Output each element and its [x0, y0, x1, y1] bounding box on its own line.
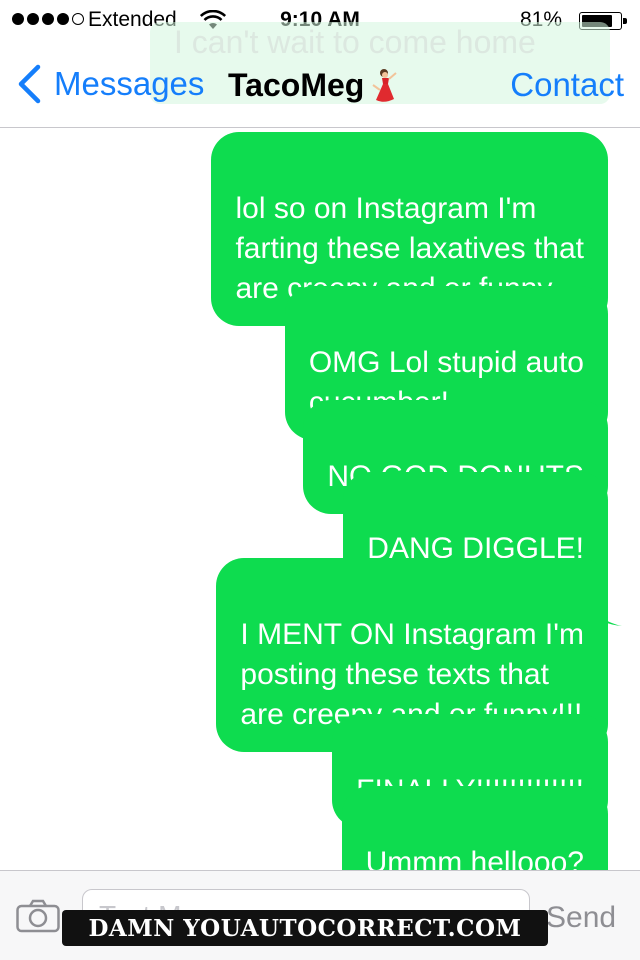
back-button[interactable]: Messages — [16, 64, 204, 104]
send-button[interactable]: Send — [546, 901, 616, 935]
back-button-label: Messages — [54, 65, 205, 102]
chevron-left-icon — [18, 64, 41, 104]
watermark-logo: DAMN YOUAUTOCORRECT.COM — [62, 910, 548, 946]
dancer-emoji-icon — [372, 68, 397, 102]
message-thread[interactable]: lol so on Instagram I'm farting these la… — [0, 128, 640, 940]
contact-button[interactable]: Contact — [510, 66, 624, 104]
navigation-bar: Messages TacoMeg Contact — [0, 40, 640, 128]
contact-name: TacoMeg — [228, 67, 365, 103]
battery-tip — [623, 18, 627, 24]
conversation-title: TacoMeg — [228, 67, 400, 104]
watermark-text: DAMN YOUAUTOCORRECT.COM — [88, 914, 522, 942]
camera-icon[interactable] — [16, 899, 60, 933]
